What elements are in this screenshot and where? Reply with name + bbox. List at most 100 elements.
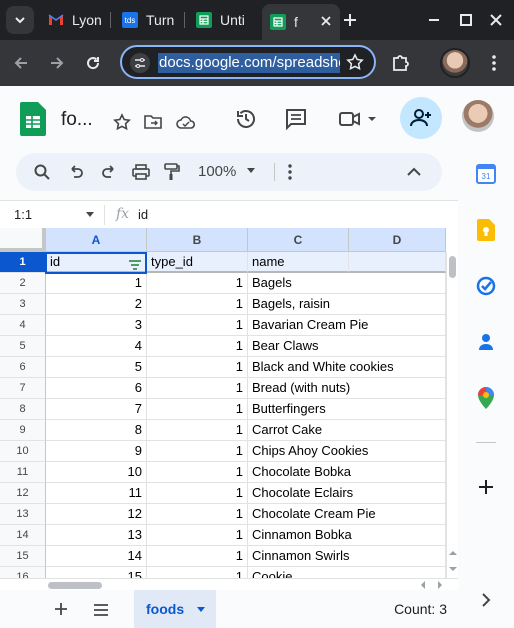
caret-down-icon[interactable] [86,212,94,217]
scrollbar-thumb[interactable] [48,582,102,589]
header-cell[interactable] [349,252,446,273]
account-avatar[interactable] [462,100,494,132]
browser-tab-tds[interactable]: tds Turn [122,6,174,34]
tab-search-button[interactable] [6,6,34,34]
row-header[interactable]: 2 [0,273,46,294]
selection-count[interactable]: Count: 3 [394,601,447,617]
table-cell[interactable] [349,399,446,420]
table-cell[interactable]: Bagels, raisin [248,294,349,315]
table-cell[interactable] [349,420,446,441]
browser-profile-avatar[interactable] [440,48,470,78]
row-header[interactable]: 3 [0,294,46,315]
contacts-icon[interactable] [476,332,496,352]
row-header[interactable]: 14 [0,525,46,546]
header-cell[interactable]: type_id [147,252,248,273]
table-cell[interactable]: 8 [46,420,147,441]
search-menus-button[interactable] [32,162,52,182]
scroll-down-icon[interactable] [449,566,457,572]
calendar-icon[interactable]: 31 [476,164,496,184]
table-cell[interactable]: Bear Claws [248,336,349,357]
table-cell[interactable]: 5 [46,357,147,378]
print-button[interactable] [131,162,151,182]
zoom-select[interactable]: 100% [198,163,236,180]
row-header[interactable]: 5 [0,336,46,357]
row-header[interactable]: 13 [0,504,46,525]
cloud-status-icon[interactable] [176,113,196,131]
scroll-right-icon[interactable] [437,581,443,589]
document-title[interactable]: fo... [61,109,93,131]
redo-button[interactable] [99,162,119,182]
address-bar[interactable]: docs.google.com/spreadshee [120,45,376,79]
scrollbar-thumb[interactable] [449,256,456,278]
spreadsheet-grid[interactable]: A B C D 1 id type_id name 2 1 1 Bagels 3 2 1 Bagels, ra… [0,228,458,590]
table-cell[interactable]: 1 [147,483,248,504]
table-cell[interactable] [349,336,446,357]
all-sheets-button[interactable] [93,603,109,621]
browser-tab-untitled[interactable]: Unti [196,6,245,34]
sheets-logo-icon[interactable] [20,102,46,136]
table-cell[interactable] [349,273,446,294]
scroll-up-icon[interactable] [449,550,457,556]
table-cell[interactable]: 1 [147,441,248,462]
table-cell[interactable]: 14 [46,546,147,567]
table-cell[interactable]: 7 [46,399,147,420]
star-icon[interactable] [113,113,131,131]
column-header-d[interactable]: D [349,228,446,252]
add-sheet-button[interactable] [54,602,68,621]
name-box[interactable]: 1:1 [14,207,32,222]
scroll-left-icon[interactable] [420,581,426,589]
table-cell[interactable]: 2 [46,294,147,315]
table-cell[interactable]: 13 [46,525,147,546]
row-header[interactable]: 12 [0,483,46,504]
table-cell[interactable]: 1 [147,378,248,399]
table-cell[interactable]: Chocolate Cream Pie [248,504,376,525]
table-cell[interactable]: 3 [46,315,147,336]
table-cell[interactable]: Black and White cookies [248,357,394,378]
table-cell[interactable]: 1 [147,336,248,357]
column-header-b[interactable]: B [147,228,248,252]
extensions-button[interactable] [390,52,412,74]
tasks-icon[interactable] [476,276,496,296]
table-cell[interactable]: 6 [46,378,147,399]
row-header[interactable]: 1 [0,252,46,273]
table-cell[interactable]: 10 [46,462,147,483]
table-cell[interactable]: 1 [147,315,248,336]
table-cell[interactable]: Bavarian Cream Pie [248,315,368,336]
table-cell[interactable] [349,441,446,462]
url-text[interactable]: docs.google.com/spreadshee [158,53,340,73]
version-history-icon[interactable] [234,107,258,131]
table-cell[interactable]: Butterfingers [248,399,349,420]
undo-button[interactable] [66,162,86,182]
meet-button[interactable] [338,108,378,130]
sheet-tab-foods[interactable]: foods [134,590,216,628]
table-cell[interactable]: 4 [46,336,147,357]
table-cell[interactable]: 1 [46,273,147,294]
horizontal-scrollbar[interactable] [0,578,458,590]
caret-down-icon[interactable] [197,607,205,612]
keep-icon[interactable] [476,219,496,241]
hide-menus-button[interactable] [404,162,424,182]
select-all-corner[interactable] [0,228,46,252]
move-to-folder-icon[interactable] [144,113,162,131]
header-cell[interactable]: name [248,252,349,273]
table-cell[interactable]: 1 [147,399,248,420]
table-cell[interactable] [349,462,446,483]
filter-icon[interactable] [128,257,142,270]
new-tab-button[interactable] [338,8,362,32]
table-cell[interactable]: 1 [147,462,248,483]
maps-icon[interactable] [476,387,496,409]
row-header[interactable]: 15 [0,546,46,567]
table-cell[interactable] [349,315,446,336]
row-header[interactable]: 10 [0,441,46,462]
get-addons-button[interactable] [476,477,496,497]
show-side-panel-button[interactable] [476,590,496,610]
minimize-button[interactable] [422,8,446,32]
table-cell[interactable] [349,525,446,546]
table-cell[interactable]: 1 [147,546,248,567]
table-cell[interactable] [349,483,446,504]
browser-menu-button[interactable] [484,52,504,74]
reload-button[interactable] [80,50,106,76]
row-header[interactable]: 7 [0,378,46,399]
row-header[interactable]: 8 [0,399,46,420]
table-cell[interactable]: Chocolate Eclairs [248,483,353,504]
